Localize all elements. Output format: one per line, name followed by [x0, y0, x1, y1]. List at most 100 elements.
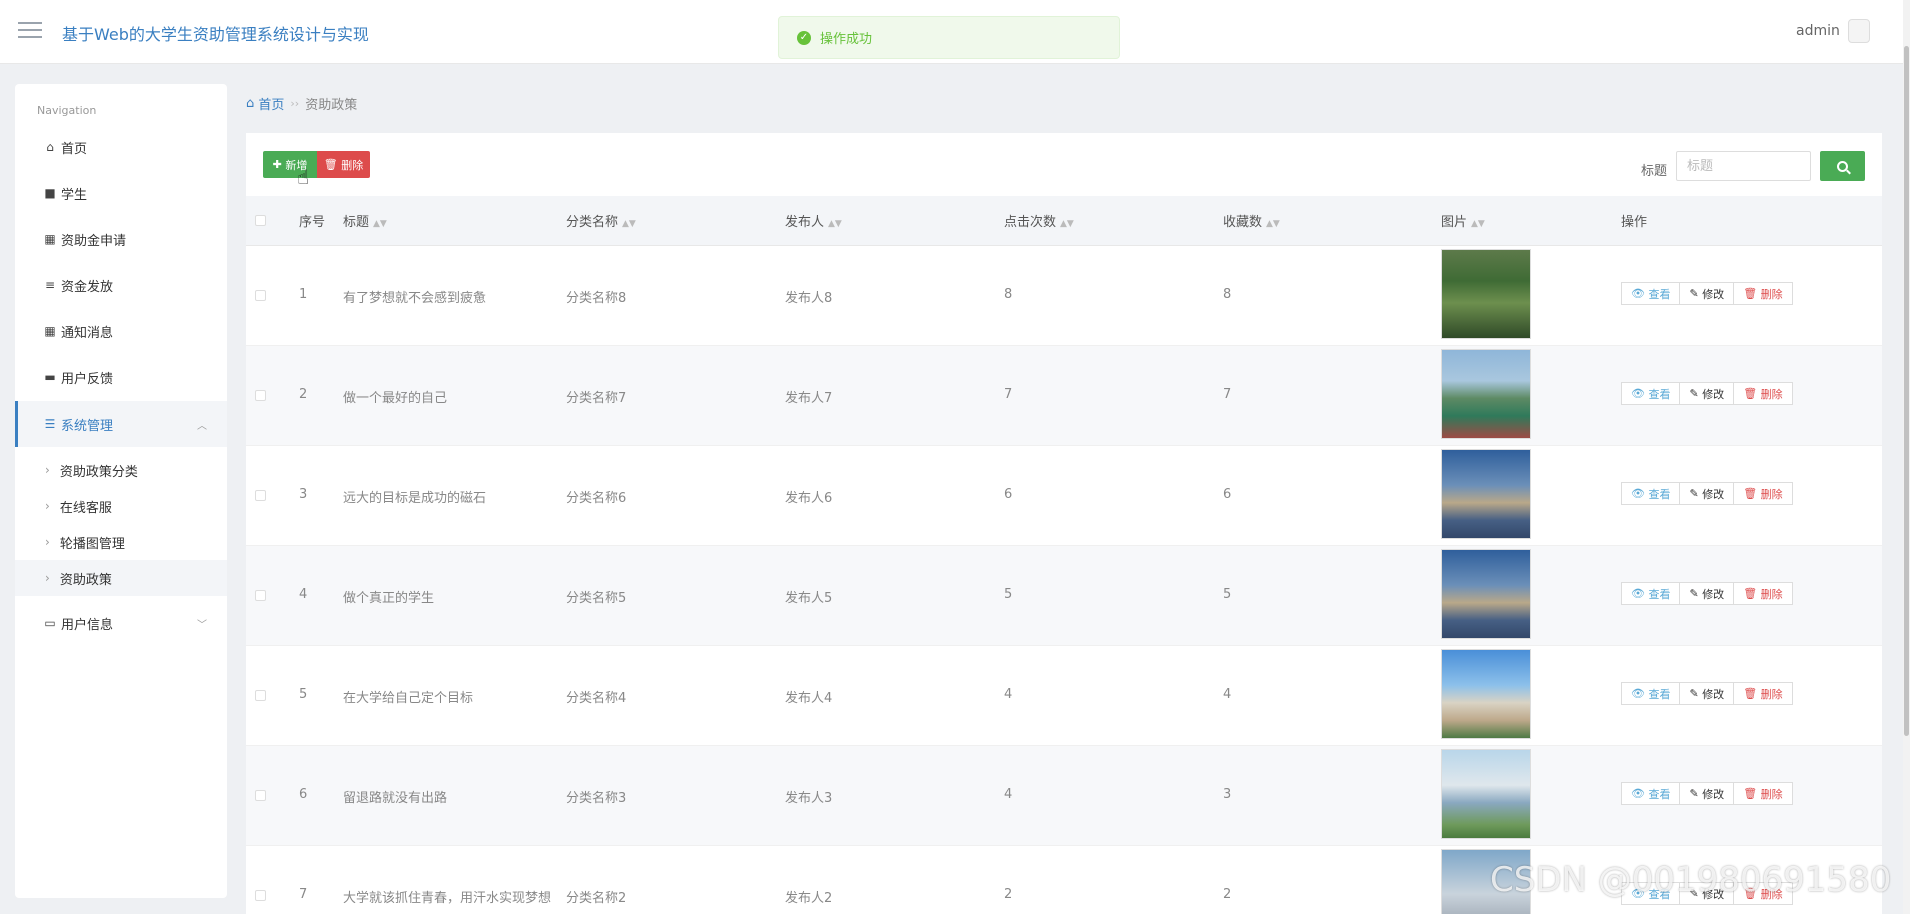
- edit-icon: ✎: [1689, 287, 1703, 300]
- row-checkbox[interactable]: [255, 290, 266, 301]
- thumbnail-image[interactable]: [1441, 249, 1531, 339]
- sidebar-item-feedback[interactable]: ▬ 用户反馈: [15, 354, 227, 400]
- cell-publisher: 发布人8: [785, 291, 833, 306]
- delete-button[interactable]: 🗑 删除: [1733, 282, 1793, 305]
- row-checkbox[interactable]: [255, 390, 266, 401]
- cell-no: 5: [299, 687, 308, 702]
- thumbnail-image[interactable]: [1441, 749, 1531, 839]
- row-checkbox[interactable]: [255, 790, 266, 801]
- chevron-right-icon: ›: [45, 571, 50, 585]
- sidebar-subitem-carousel[interactable]: › 轮播图管理: [15, 524, 227, 560]
- thumbnail-image[interactable]: [1441, 349, 1531, 439]
- sidebar-subitem-online-service[interactable]: › 在线客服: [15, 488, 227, 524]
- cell-publisher: 发布人7: [785, 391, 833, 406]
- column-header-no: 序号: [299, 215, 326, 230]
- cell-favorites: 5: [1223, 587, 1232, 602]
- column-header-publisher[interactable]: 发布人 ▲▼: [785, 211, 842, 230]
- trash-icon: 🗑: [323, 158, 342, 171]
- menu-toggle-icon[interactable]: [18, 22, 42, 40]
- cell-publisher: 发布人2: [785, 891, 833, 906]
- chevron-right-icon: ›: [45, 463, 50, 477]
- row-checkbox[interactable]: [255, 690, 266, 701]
- column-header-image[interactable]: 图片 ▲▼: [1441, 211, 1485, 230]
- edit-button[interactable]: ✎ 修改: [1679, 282, 1735, 305]
- scrollbar-thumb[interactable]: [1904, 46, 1909, 736]
- cell-no: 4: [299, 587, 308, 602]
- delete-label: 删除: [1760, 587, 1783, 601]
- avatar[interactable]: [1848, 19, 1870, 43]
- page-scrollbar[interactable]: [1903, 0, 1910, 914]
- column-header-clicks[interactable]: 点击次数 ▲▼: [1004, 211, 1074, 230]
- sidebar-item-home[interactable]: ⌂ 首页: [15, 124, 227, 170]
- eye-icon: 👁: [1631, 587, 1649, 600]
- cell-no: 6: [299, 787, 308, 802]
- cell-clicks: 5: [1004, 587, 1013, 602]
- sidebar-item-system-management[interactable]: ☰ 系统管理 ︿: [15, 401, 227, 447]
- sidebar-subitem-label: 轮播图管理: [59, 536, 125, 552]
- trash-icon: 🗑: [1743, 287, 1761, 300]
- row-actions: 👁 查看 ✎ 修改 🗑 删除: [1621, 482, 1793, 505]
- sidebar-item-notifications[interactable]: ▦ 通知消息: [15, 308, 227, 354]
- thumbnail-image[interactable]: [1441, 549, 1531, 639]
- cell-favorites: 6: [1223, 487, 1232, 502]
- delete-button[interactable]: 🗑 删除: [1733, 482, 1793, 505]
- row-checkbox[interactable]: [255, 490, 266, 501]
- view-button[interactable]: 👁 查看: [1621, 382, 1681, 405]
- column-header-label: 收藏数: [1223, 215, 1263, 230]
- thumbnail-image[interactable]: [1441, 649, 1531, 739]
- cell-category: 分类名称3: [566, 791, 627, 806]
- edit-button[interactable]: ✎ 修改: [1679, 382, 1735, 405]
- delete-button[interactable]: 🗑 删除: [1733, 582, 1793, 605]
- sidebar-subitem-policy-category[interactable]: › 资助政策分类: [15, 452, 227, 488]
- eye-icon: 👁: [1631, 487, 1649, 500]
- sidebar-item-aid-application[interactable]: ▦ 资助金申请: [15, 216, 227, 262]
- delete-button[interactable]: 🗑 删除: [1733, 682, 1793, 705]
- view-button[interactable]: 👁 查看: [1621, 582, 1681, 605]
- search-button[interactable]: [1820, 151, 1865, 181]
- batch-delete-button[interactable]: 🗑 删除: [317, 151, 370, 178]
- row-actions: 👁 查看 ✎ 修改 🗑 删除: [1621, 582, 1793, 605]
- sidebar-item-label: 学生: [61, 187, 88, 203]
- view-button[interactable]: 👁 查看: [1621, 782, 1681, 805]
- sort-icon: ▲▼: [1266, 219, 1280, 229]
- user-name[interactable]: admin: [1796, 23, 1840, 39]
- delete-button[interactable]: 🗑 删除: [1733, 782, 1793, 805]
- edit-icon: ✎: [1689, 687, 1703, 700]
- edit-label: 修改: [1702, 487, 1725, 501]
- chevron-down-icon: ﹀: [197, 619, 207, 631]
- sidebar-subitem-aid-policy[interactable]: › 资助政策: [15, 560, 227, 596]
- edit-button[interactable]: ✎ 修改: [1679, 582, 1735, 605]
- edit-icon: ✎: [1689, 787, 1703, 800]
- edit-icon: ✎: [1689, 487, 1703, 500]
- view-label: 查看: [1648, 387, 1671, 401]
- breadcrumb-home[interactable]: 首页: [258, 94, 284, 113]
- edit-button[interactable]: ✎ 修改: [1679, 682, 1735, 705]
- table-row: 6 留退路就没有出路 分类名称3 发布人3 4 3 👁 查看 ✎ 修改 🗑 删除: [246, 746, 1882, 846]
- column-header-favorites[interactable]: 收藏数 ▲▼: [1223, 211, 1280, 230]
- sort-icon: ▲▼: [1471, 219, 1485, 229]
- view-button[interactable]: 👁 查看: [1621, 482, 1681, 505]
- column-header-title[interactable]: 标题 ▲▼: [343, 211, 387, 230]
- row-checkbox[interactable]: [255, 890, 266, 901]
- select-all-checkbox[interactable]: [255, 215, 266, 226]
- sidebar-item-label: 资金发放: [61, 279, 114, 295]
- search-input[interactable]: [1676, 151, 1811, 181]
- thumbnail-image[interactable]: [1441, 449, 1531, 539]
- sort-icon: ▲▼: [828, 219, 842, 229]
- edit-button[interactable]: ✎ 修改: [1679, 782, 1735, 805]
- app-title: 基于Web的大学生资助管理系统设计与实现: [62, 25, 369, 44]
- sidebar-item-user-info[interactable]: ▭ 用户信息 ﹀: [15, 600, 227, 646]
- row-checkbox[interactable]: [255, 590, 266, 601]
- delete-button[interactable]: 🗑 删除: [1733, 382, 1793, 405]
- sidebar-item-fund-distribution[interactable]: ≡ 资金发放: [15, 262, 227, 308]
- sidebar-item-students[interactable]: ■ 学生: [15, 170, 227, 216]
- table-row: 5 在大学给自己定个目标 分类名称4 发布人4 4 4 👁 查看 ✎ 修改 🗑 删除: [246, 646, 1882, 746]
- column-header-category[interactable]: 分类名称 ▲▼: [566, 211, 636, 230]
- sidebar-item-label: 用户信息: [61, 617, 114, 633]
- edit-button[interactable]: ✎ 修改: [1679, 482, 1735, 505]
- view-button[interactable]: 👁 查看: [1621, 682, 1681, 705]
- edit-icon: ✎: [1689, 387, 1703, 400]
- briefcase-icon: ■: [44, 186, 56, 200]
- view-button[interactable]: 👁 查看: [1621, 282, 1681, 305]
- view-label: 查看: [1648, 687, 1671, 701]
